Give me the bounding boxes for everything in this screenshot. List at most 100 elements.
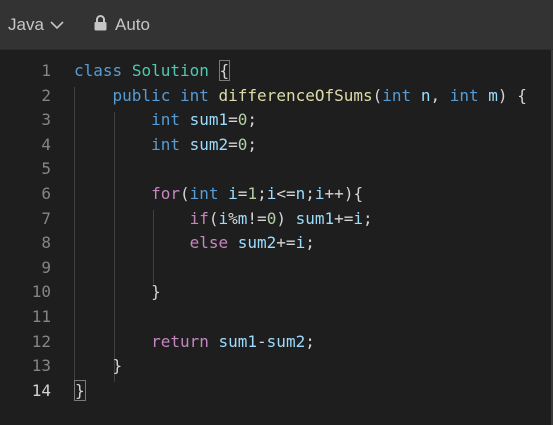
code-line[interactable]: 6 for(int i=1;i<=n;i++){ [0, 182, 540, 207]
lock-icon [94, 14, 107, 36]
line-number: 10 [31, 282, 51, 302]
code-token: m [488, 85, 498, 105]
code-token: sum2 [189, 134, 229, 154]
code-token: ; [305, 184, 315, 203]
code-line[interactable]: 7 if(i%m!=0) sum1+=i; [0, 207, 540, 232]
code-token: <= [276, 184, 296, 203]
code-token: i [295, 233, 306, 253]
code-token: ; [257, 184, 267, 203]
code-line[interactable]: 3 int sum1=0; [0, 108, 540, 133]
code-token: sum1 [295, 208, 335, 228]
code-token: public [112, 85, 171, 105]
code-line[interactable]: 9 [0, 256, 540, 281]
code-token: int [151, 134, 180, 154]
code-text: } [74, 280, 161, 305]
code-line[interactable]: 4 int sum2=0; [0, 133, 540, 158]
line-number: 9 [41, 257, 51, 277]
code-token: if [189, 208, 209, 228]
code-text: } [74, 354, 123, 379]
line-number: 13 [31, 356, 51, 376]
code-token: 1 [247, 184, 258, 203]
chevron-down-icon [50, 20, 64, 30]
code-token: ; [247, 110, 258, 130]
code-text: return sum1-sum2; [74, 330, 315, 355]
language-selector[interactable]: Java [8, 14, 64, 36]
code-token: } [74, 282, 161, 302]
code-token: - [257, 331, 267, 351]
line-number: 6 [41, 184, 51, 203]
code-line[interactable]: 11 [0, 305, 540, 330]
code-token: else [189, 233, 229, 253]
code-line[interactable]: 10 } [0, 280, 540, 305]
code-token: = [228, 134, 238, 154]
code-token: = [237, 184, 248, 203]
line-number: 7 [41, 208, 51, 228]
code-text: if(i%m!=0) sum1+=i; [74, 207, 373, 232]
code-token: int [151, 110, 180, 130]
code-text: else sum2+=i; [74, 231, 315, 256]
code-token: differenceOfSums [218, 85, 373, 105]
code-token: return [151, 331, 209, 351]
code-line[interactable]: 14} [0, 379, 540, 404]
code-editor[interactable]: 1 class Solution {2 public int difference… [0, 50, 553, 425]
code-line[interactable]: 1 class Solution { [0, 59, 540, 84]
code-token: i [228, 184, 238, 203]
code-token: sum1 [189, 110, 229, 130]
code-token: ++){ [324, 184, 364, 203]
line-number: 11 [31, 307, 51, 326]
line-number: 5 [41, 159, 51, 179]
code-line[interactable]: 12 return sum1-sum2; [0, 330, 540, 355]
line-number: 1 [41, 61, 51, 80]
code-text: for(int i=1;i<=n;i++){ [74, 182, 363, 207]
code-token: int [382, 85, 412, 105]
code-token: int [449, 85, 479, 105]
code-token: % [228, 208, 238, 228]
code-line[interactable]: 2 public int differenceOfSums(int n, int… [0, 84, 540, 109]
code-token: ( [179, 184, 190, 203]
code-token: 0 [237, 134, 248, 154]
code-token: ( [372, 85, 383, 105]
code-line[interactable]: 8 else sum2+=i; [0, 231, 540, 256]
code-token: n [295, 184, 306, 203]
code-text: int sum2=0; [74, 133, 257, 158]
code-line[interactable]: 13 } [0, 354, 540, 379]
code-line[interactable]: 5 [0, 157, 540, 182]
matching-brace: { [218, 60, 231, 81]
code-token: m [237, 208, 248, 228]
line-number: 14 [31, 380, 51, 400]
code-token: 0 [237, 110, 248, 130]
code-token: 0 [266, 208, 277, 228]
code-token: i [314, 184, 325, 203]
code-text: } [74, 379, 86, 404]
code-token: int [189, 184, 219, 203]
mode-indicator[interactable]: Auto [94, 14, 150, 36]
code-token: class [74, 61, 123, 80]
code-token: ; [305, 331, 315, 351]
code-token: ) { [497, 85, 527, 105]
line-number: 8 [41, 233, 51, 253]
code-token: sum1 [218, 331, 258, 351]
line-number: 2 [41, 85, 51, 105]
line-number: 3 [41, 110, 51, 130]
mode-label: Auto [115, 15, 150, 34]
code-token: != [247, 208, 267, 228]
code-token: sum2 [266, 331, 306, 351]
code-token: Solution [131, 61, 209, 80]
code-token: } [74, 356, 123, 376]
code-token: i [218, 208, 229, 228]
code-token: for [151, 184, 180, 203]
line-number: 12 [31, 331, 51, 351]
